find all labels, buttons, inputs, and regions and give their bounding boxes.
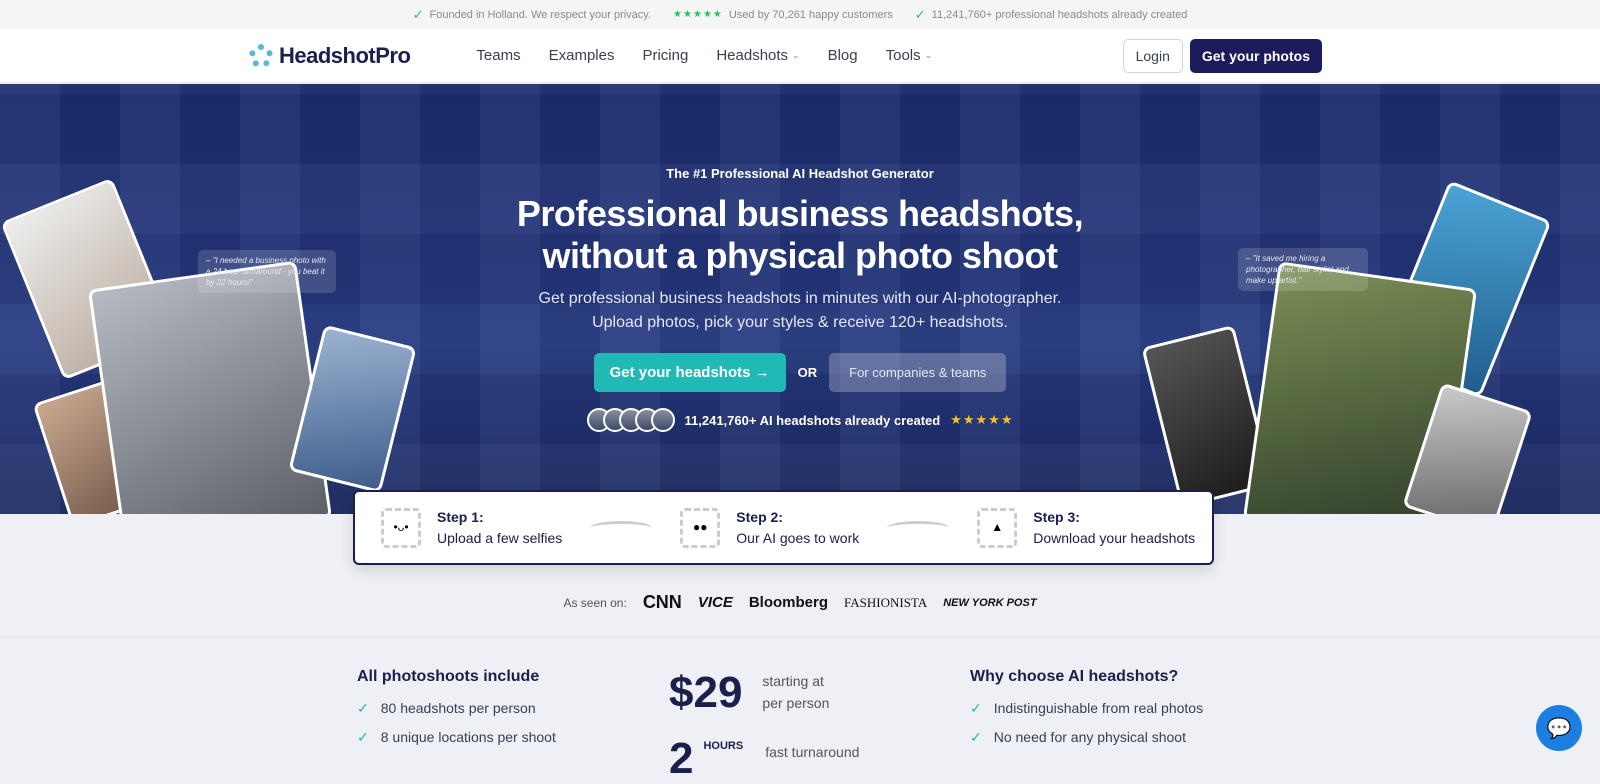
item-text: Indistinguishable from real photos: [993, 700, 1204, 716]
list-item: ✓ Indistinguishable from real photos: [970, 700, 1203, 717]
logo[interactable]: HeadshotPro: [249, 42, 411, 69]
get-headshots-label: Get your headshots: [609, 364, 751, 381]
includes-title: All photoshoots include: [357, 668, 540, 685]
navbar: HeadshotPro Teams Examples Pricing Heads…: [0, 29, 1600, 83]
item-text: 80 headshots per person: [380, 700, 536, 716]
avatar-group: [586, 408, 675, 432]
check-icon: ✓: [357, 700, 369, 716]
social-proof: 11,241,760+ AI headshots already created…: [0, 408, 1600, 432]
price-text: per person: [762, 695, 830, 711]
step-title: Step 1:: [437, 508, 484, 525]
nav-pricing[interactable]: Pricing: [642, 47, 688, 64]
get-headshots-button[interactable]: Get your headshots →: [593, 353, 786, 392]
nav-tools[interactable]: Tools ⌄: [886, 47, 933, 64]
check-icon: ✓: [970, 729, 982, 745]
chevron-down-icon: ⌄: [792, 50, 800, 60]
price-block: $29 starting at per person: [669, 668, 829, 718]
item-text: No need for any physical shoot: [993, 729, 1186, 745]
nav-blog[interactable]: Blog: [828, 47, 858, 64]
headshot-count: 11,241,760+ AI headshots already created: [684, 412, 941, 428]
nav-teams[interactable]: Teams: [476, 47, 520, 64]
check-icon: ✓: [914, 6, 926, 22]
customers-note: ★★★★★ Used by 70,261 happy customers: [673, 9, 893, 21]
list-item: ✓ 80 headshots per person: [357, 700, 556, 717]
main-menu: Teams Examples Pricing Headshots ⌄ Blog T…: [476, 47, 932, 64]
logo-text: HeadshotPro: [279, 42, 411, 68]
hero-eyebrow: The #1 Professional AI Headshot Generato…: [666, 166, 934, 181]
check-icon: ✓: [412, 6, 424, 22]
privacy-note: ✓ Founded in Holland. We respect your pri…: [413, 7, 651, 23]
includes-column: All photoshoots include ✓ 80 headshots pe…: [357, 668, 556, 758]
price-value: $29: [669, 668, 743, 717]
vice-logo: VICE: [697, 594, 733, 611]
subtitle-line-1: Get professional business headshots in m…: [538, 290, 1062, 307]
why-title: Why choose AI headshots?: [970, 668, 1179, 685]
cnn-logo: CNN: [642, 592, 682, 612]
new-york-post-logo: NEW YORK POST: [943, 596, 1037, 609]
hero-title: Professional business headshots, without …: [0, 193, 1600, 277]
rating-stars-icon: ★★★★★: [950, 412, 1014, 427]
arrow-icon: [590, 520, 653, 535]
ai-eyes-icon: ●●: [680, 507, 721, 548]
avatar: [650, 408, 675, 432]
hero: – "I needed a business photo with a 24 h…: [0, 84, 1600, 514]
press-logos: As seen on: CNN VICE Bloomberg FASHIONIS…: [0, 592, 1600, 613]
as-seen-on-label: As seen on:: [563, 595, 627, 610]
announcement-bar: ✓ Founded in Holland. We respect your pri…: [0, 0, 1600, 29]
hours-label: HOURS: [703, 740, 744, 752]
headshots-text: 11,241,760+ professional headshots alrea…: [931, 8, 1188, 21]
item-text: 8 unique locations per shoot: [380, 729, 556, 745]
privacy-text: Founded in Holland. We respect your priv…: [429, 8, 652, 21]
step-3: ▲ Step 3: Download your headshots: [977, 507, 1195, 549]
nav-tools-label: Tools: [885, 47, 921, 64]
step-text: Upload a few selfies: [437, 529, 563, 546]
step-title: Step 2:: [736, 508, 783, 525]
companies-teams-button[interactable]: For companies & teams: [829, 353, 1007, 392]
nav-headshots[interactable]: Headshots ⌄: [716, 47, 799, 64]
login-button[interactable]: Login: [1122, 38, 1183, 73]
check-icon: ✓: [970, 700, 982, 716]
logo-icon: [249, 43, 273, 68]
selfie-face-icon: •ᴗ•: [381, 507, 421, 548]
arrow-icon: [887, 520, 950, 535]
why-column: Why choose AI headshots? ✓ Indistinguisha…: [970, 668, 1203, 758]
nav-headshots-label: Headshots: [716, 47, 789, 64]
hero-subtitle: Get professional business headshots in m…: [0, 287, 1600, 335]
or-label: OR: [797, 365, 818, 380]
divider: [0, 637, 1600, 638]
chat-bubble-icon: 💬: [1546, 717, 1572, 740]
title-line-1: Professional business headshots,: [516, 193, 1084, 234]
hours-value: 2: [669, 734, 694, 783]
bloomberg-logo: Bloomberg: [748, 594, 828, 611]
get-photos-button[interactable]: Get your photos: [1189, 38, 1322, 73]
steps-panel: •ᴗ• Step 1: Upload a few selfies ●● Step 2:…: [353, 490, 1214, 565]
price-text: starting at: [762, 673, 824, 689]
stars-icon: ★★★★★: [673, 9, 723, 20]
fashionista-logo: FASHIONISTA: [844, 594, 928, 610]
title-line-2: without a physical photo shoot: [542, 235, 1058, 276]
check-icon: ✓: [357, 729, 369, 745]
step-title: Step 3:: [1033, 508, 1080, 525]
chevron-down-icon: ⌄: [924, 50, 933, 60]
turnaround-block: 2 HOURS fast turnaround: [669, 734, 859, 784]
step-text: Our AI goes to work: [736, 529, 860, 546]
person-icon: ▲: [977, 507, 1018, 548]
nav-examples[interactable]: Examples: [549, 47, 615, 64]
subtitle-line-2: Upload photos, pick your styles & receiv…: [592, 314, 1008, 331]
list-item: ✓ No need for any physical shoot: [970, 729, 1203, 746]
headshots-note: ✓ 11,241,760+ professional headshots alre…: [915, 7, 1188, 23]
hours-text: fast turnaround: [765, 744, 860, 760]
step-1: •ᴗ• Step 1: Upload a few selfies: [381, 507, 562, 549]
customers-text: Used by 70,261 happy customers: [728, 8, 893, 21]
arrow-right-icon: →: [754, 364, 770, 381]
list-item: ✓ 8 unique locations per shoot: [357, 729, 556, 746]
chat-button[interactable]: 💬: [1536, 705, 1582, 751]
step-2: ●● Step 2: Our AI goes to work: [680, 507, 859, 549]
step-text: Download your headshots: [1033, 529, 1196, 546]
